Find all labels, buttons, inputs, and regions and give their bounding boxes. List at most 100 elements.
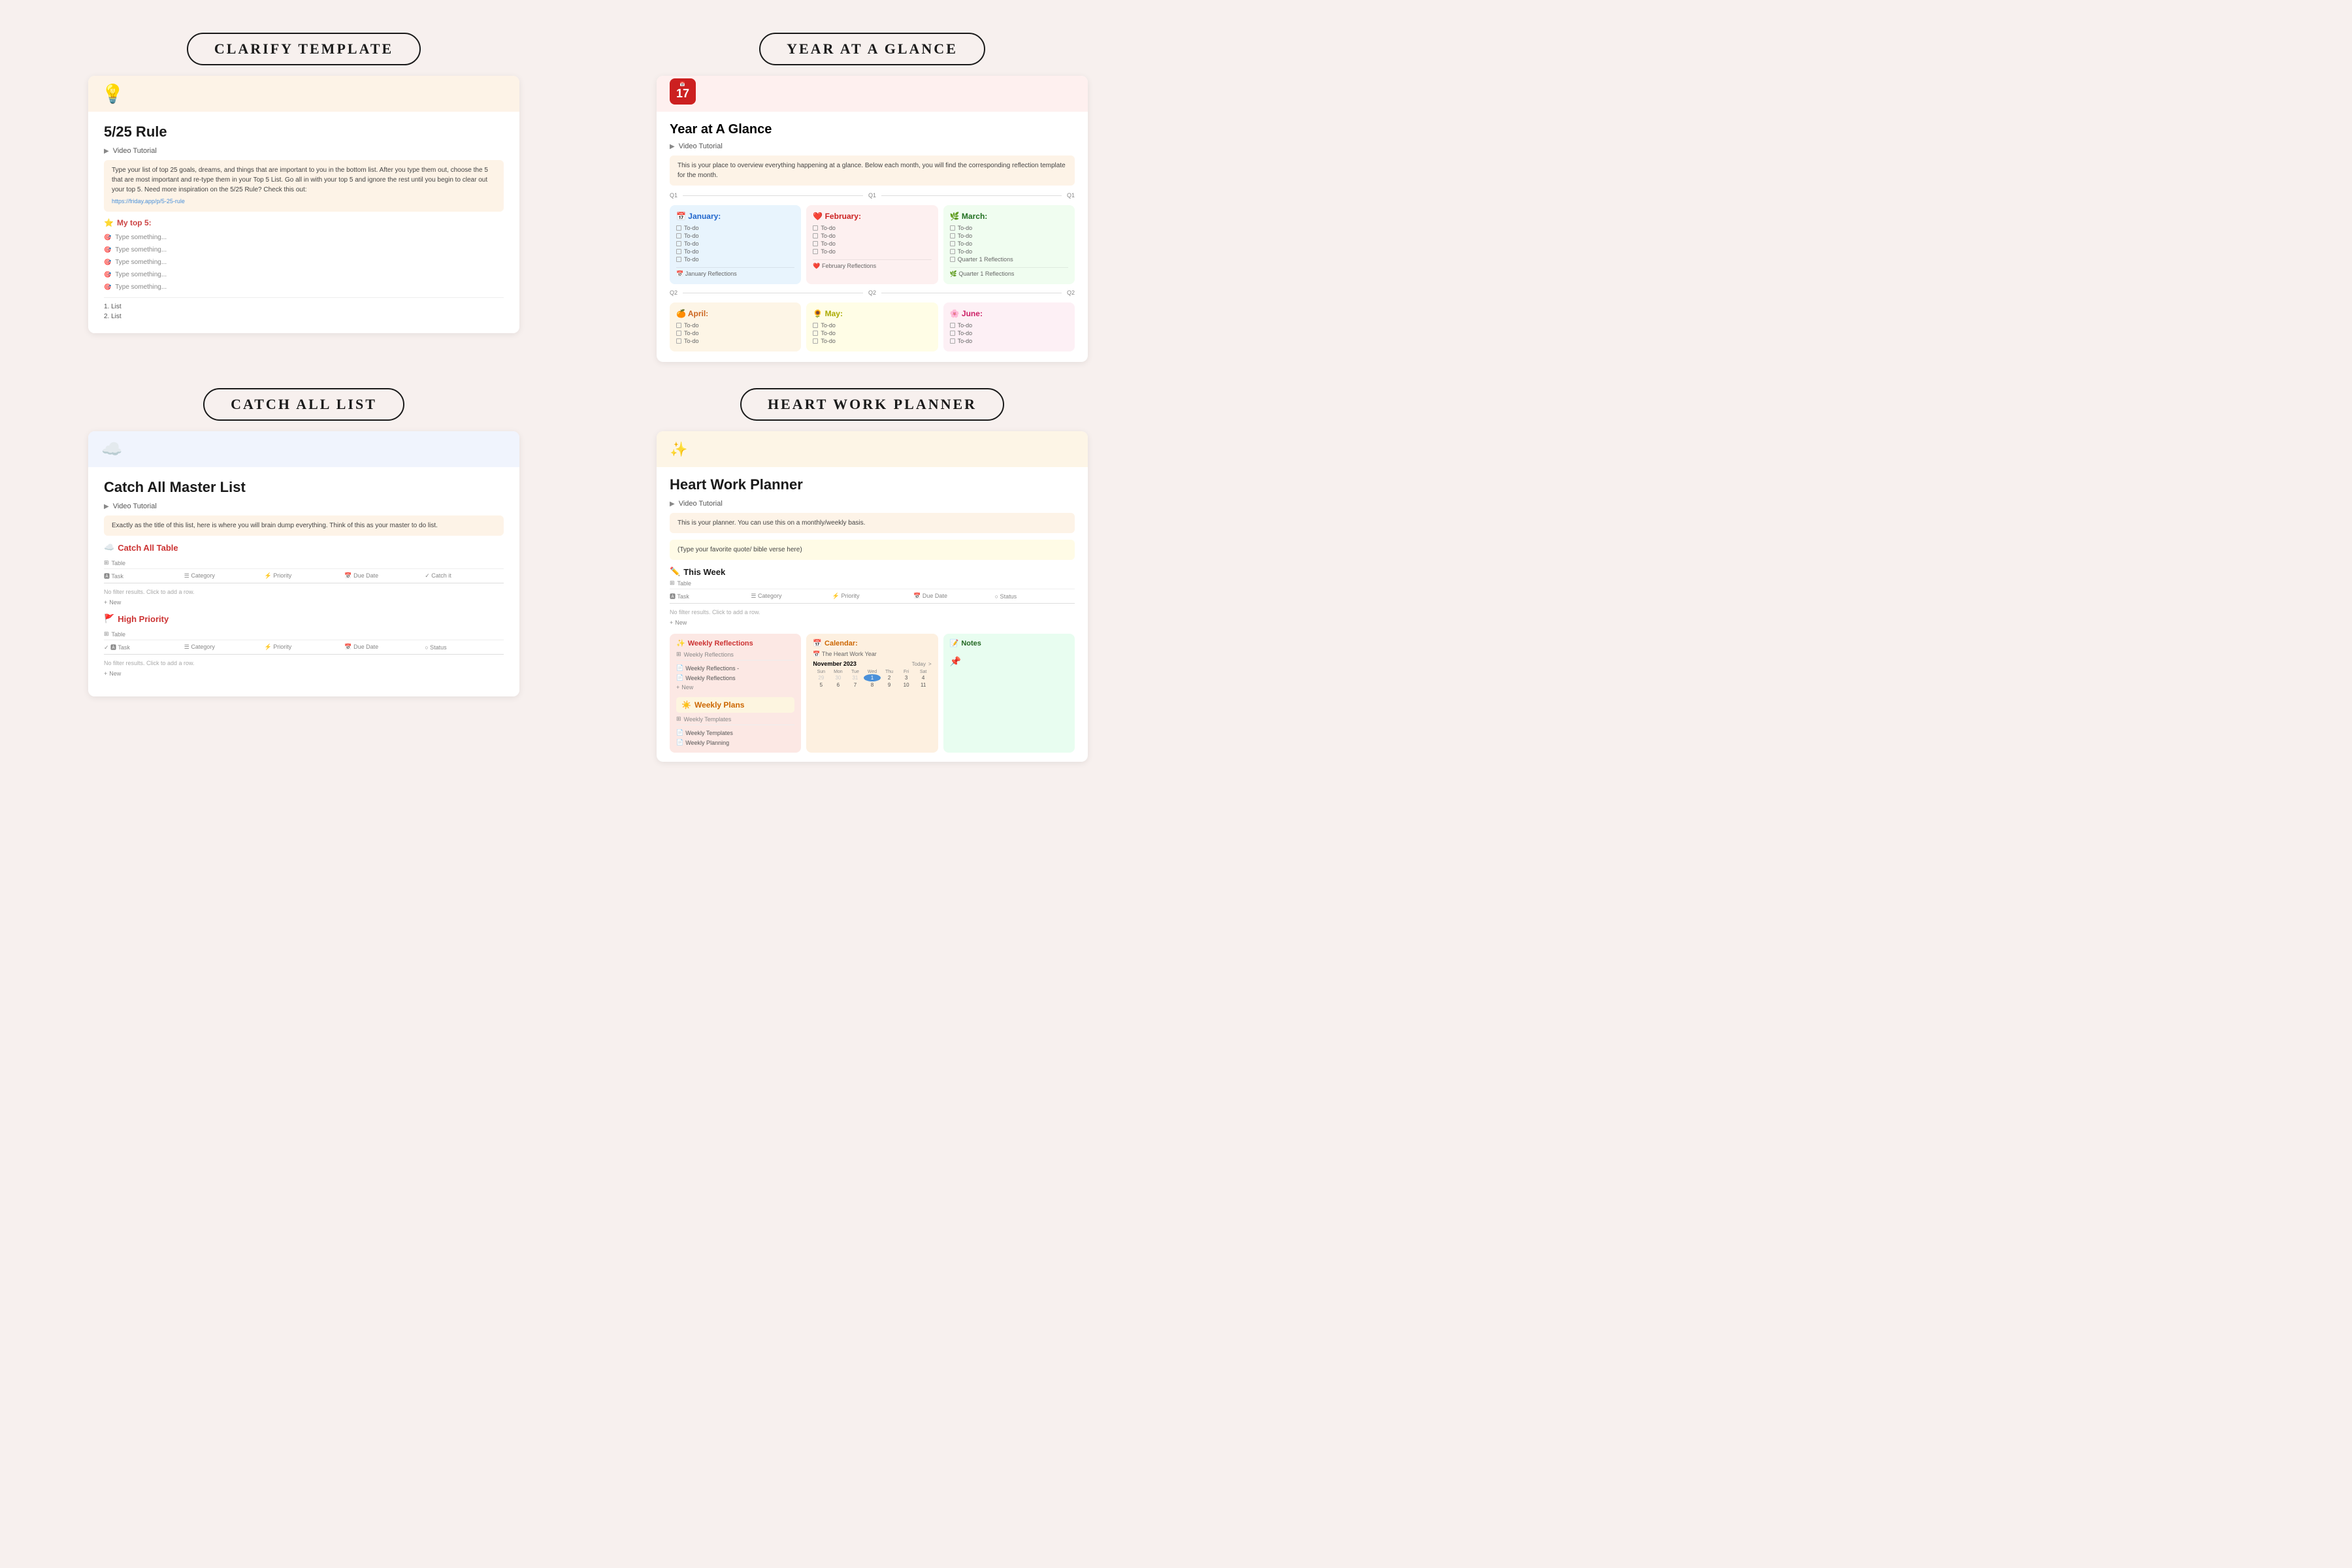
this-week-section: ✏️ This Week ⊞ Table 🅰 Task ☰ Category ⚡… bbox=[670, 566, 1075, 627]
hwp-label: HEART WORK PLANNER bbox=[740, 388, 1004, 421]
table-icon-5: ⊞ bbox=[676, 715, 681, 723]
months-grid-q1: 📅 January: To-do To-do To-do To-do To-do… bbox=[670, 205, 1075, 284]
doc-icon-2: 📄 bbox=[676, 674, 683, 681]
clarify-card-header: 💡 bbox=[88, 76, 519, 112]
table-header-1: 🅰 Task ☰ Category ⚡ Priority 📅 Due Date … bbox=[104, 572, 504, 583]
task-item-4: Type something... bbox=[104, 269, 504, 281]
yag-card-body: Year at A Glance ▶ Video Tutorial This i… bbox=[657, 112, 1088, 362]
plus-icon-4: + bbox=[676, 684, 679, 691]
this-week-table-header: 🅰 Task ☰ Category ⚡ Priority 📅 Due Date … bbox=[670, 592, 1075, 604]
calendar-mini: November 2023 Today > Sun Mon Tue Wed Th… bbox=[813, 661, 931, 689]
year-at-glance-quadrant: YEAR AT A GLANCE 📅 17 Year at A Glance ▶… bbox=[588, 20, 1156, 375]
high-priority-section-title: 🚩 High Priority bbox=[104, 613, 504, 624]
high-priority-table: ⊞ Table ✓ 🅰 Task ☰ Category ⚡ Priority 📅… bbox=[104, 630, 504, 678]
hwp-info-box-2: (Type your favorite quote/ bible verse h… bbox=[670, 540, 1075, 560]
toggle-icon: ▶ bbox=[104, 148, 109, 155]
clarify-template-quadrant: CLARIFY TEMPLATE 💡 5/25 Rule ▶ Video Tut… bbox=[20, 20, 588, 375]
catch-video-toggle[interactable]: ▶ Video Tutorial bbox=[104, 502, 504, 510]
notes-icon: 📝 bbox=[950, 639, 959, 647]
notes-content: 📌 bbox=[950, 651, 1068, 668]
clarify-template-label: CLARIFY TEMPLATE bbox=[187, 33, 421, 65]
hwp-three-col: ✨ Weekly Reflections ⊞ Weekly Reflection… bbox=[670, 634, 1075, 753]
calendar-doc-icon: 📅 bbox=[813, 651, 820, 657]
yag-info-box: This is your place to overview everythin… bbox=[670, 155, 1075, 186]
catch-all-card: ☁️ Catch All Master List ▶ Video Tutoria… bbox=[88, 431, 519, 696]
year-glance-card: 📅 17 Year at A Glance ▶ Video Tutorial T… bbox=[657, 76, 1088, 362]
plus-icon-2: + bbox=[104, 670, 107, 677]
months-grid-q2: 🍊 April: To-do To-do To-do 🌻 May: To-do … bbox=[670, 302, 1075, 351]
cal-day-headers: Sun Mon Tue Wed Thu Fri Sat bbox=[813, 670, 931, 674]
weekly-planning-link[interactable]: 📄 Weekly Planning bbox=[676, 738, 794, 747]
list-item-2: 2. List bbox=[104, 312, 504, 321]
task-list: Type something... Type something... Type… bbox=[104, 231, 504, 293]
weekly-plans-title: ☀️ Weekly Plans bbox=[676, 697, 794, 713]
cal-row-2: 5 6 7 8 9 10 11 bbox=[813, 681, 931, 689]
task-item-2: Type something... bbox=[104, 244, 504, 256]
weekly-reflections-card: ✨ Weekly Reflections ⊞ Weekly Reflection… bbox=[670, 634, 801, 753]
star-icon-2: ✨ bbox=[670, 441, 687, 458]
video-tutorial-toggle[interactable]: ▶ Video Tutorial bbox=[104, 147, 504, 155]
divider bbox=[104, 297, 504, 298]
pencil-icon: ✏️ bbox=[670, 566, 680, 577]
hwp-card-header: ✨ bbox=[657, 431, 1088, 467]
q1-divider: Q1 Q1 Q1 bbox=[670, 192, 1075, 199]
catch-all-label: CATCH ALL LIST bbox=[203, 388, 404, 421]
may-cell: 🌻 May: To-do To-do To-do bbox=[806, 302, 938, 351]
yag-video-toggle[interactable]: ▶ Video Tutorial bbox=[670, 142, 1075, 150]
today-button[interactable]: Today bbox=[912, 661, 926, 667]
april-cell: 🍊 April: To-do To-do To-do bbox=[670, 302, 801, 351]
table-icon-4: ⊞ bbox=[676, 651, 681, 658]
table-header-2: ✓ 🅰 Task ☰ Category ⚡ Priority 📅 Due Dat… bbox=[104, 643, 504, 655]
task-item-5: Type something... bbox=[104, 281, 504, 293]
hwp-info-box-1: This is your planner. You can use this o… bbox=[670, 513, 1075, 533]
hwp-card-body: Heart Work Planner ▶ Video Tutorial This… bbox=[657, 467, 1088, 762]
doc-icon-3: 📄 bbox=[676, 729, 683, 736]
my-top5-header: ⭐ My top 5: bbox=[104, 218, 504, 227]
reflections-new-row[interactable]: + New bbox=[676, 683, 794, 692]
calendar-icon: 📅 bbox=[813, 639, 822, 647]
catch-all-body: Catch All Master List ▶ Video Tutorial E… bbox=[88, 467, 519, 696]
no-filter-1: No filter results. Click to add a row. bbox=[104, 586, 504, 598]
calendar-card: 📅 Calendar: 📅 The Heart Work Year Novemb… bbox=[806, 634, 938, 753]
card-title: 5/25 Rule bbox=[104, 123, 504, 140]
star-icon: ⭐ bbox=[104, 218, 114, 227]
no-filter-2: No filter results. Click to add a row. bbox=[104, 657, 504, 669]
hwp-card: ✨ Heart Work Planner ▶ Video Tutorial Th… bbox=[657, 431, 1088, 762]
weekly-templates-link[interactable]: 📄 Weekly Templates bbox=[676, 728, 794, 738]
list-item-1: 1. List bbox=[104, 302, 504, 312]
hwp-no-filter: No filter results. Click to add a row. bbox=[670, 606, 1075, 618]
february-cell: ❤️ February: To-do To-do To-do To-do ❤️ … bbox=[806, 205, 938, 284]
june-cell: 🌸 June: To-do To-do To-do bbox=[943, 302, 1075, 351]
doc-icon-4: 📄 bbox=[676, 739, 683, 746]
clarify-info-box: Type your list of top 25 goals, dreams, … bbox=[104, 160, 504, 212]
task-item-1: Type something... bbox=[104, 231, 504, 244]
march-cell: 🌿 March: To-do To-do To-do To-do Quarter… bbox=[943, 205, 1075, 284]
hwp-new-row[interactable]: + New bbox=[670, 618, 1075, 627]
sparkle-icon: ✨ bbox=[676, 639, 685, 647]
next-button[interactable]: > bbox=[928, 661, 932, 667]
weekly-reflections-link-1[interactable]: 📄 Weekly Reflections - bbox=[676, 663, 794, 673]
catch-all-title: Catch All Master List bbox=[104, 479, 504, 496]
new-row-1[interactable]: + New bbox=[104, 598, 504, 607]
cloud-icon: ☁️ bbox=[101, 439, 122, 459]
this-week-table-label: ⊞ Table bbox=[670, 580, 1075, 589]
task-item-3: Type something... bbox=[104, 256, 504, 269]
hwp-video-toggle[interactable]: ▶ Video Tutorial bbox=[670, 500, 1075, 508]
cal-row-1: 29 30 31 1 2 3 4 bbox=[813, 674, 931, 681]
calendar-doc-link[interactable]: 📅 The Heart Work Year bbox=[813, 651, 931, 658]
catch-all-header: ☁️ bbox=[88, 431, 519, 467]
heart-work-planner-quadrant: HEART WORK PLANNER ✨ Heart Work Planner … bbox=[588, 375, 1156, 775]
weekly-reflections-link-2[interactable]: 📄 Weekly Reflections bbox=[676, 673, 794, 683]
year-glance-label: YEAR AT A GLANCE bbox=[759, 33, 985, 65]
flag-icon: 🚩 bbox=[104, 613, 114, 624]
new-row-2[interactable]: + New bbox=[104, 669, 504, 678]
sun-icon: ☀️ bbox=[681, 700, 691, 710]
table-icon: ⊞ bbox=[104, 559, 109, 566]
plus-icon-3: + bbox=[670, 619, 673, 626]
catch-all-quadrant: CATCH ALL LIST ☁️ Catch All Master List … bbox=[20, 375, 588, 775]
yag-title: Year at A Glance bbox=[670, 122, 1075, 137]
yag-card-header: 📅 17 bbox=[657, 76, 1088, 112]
pin-icon: 📌 bbox=[950, 656, 961, 666]
table-icon-3: ⊞ bbox=[670, 580, 675, 587]
plus-icon: + bbox=[104, 599, 107, 606]
